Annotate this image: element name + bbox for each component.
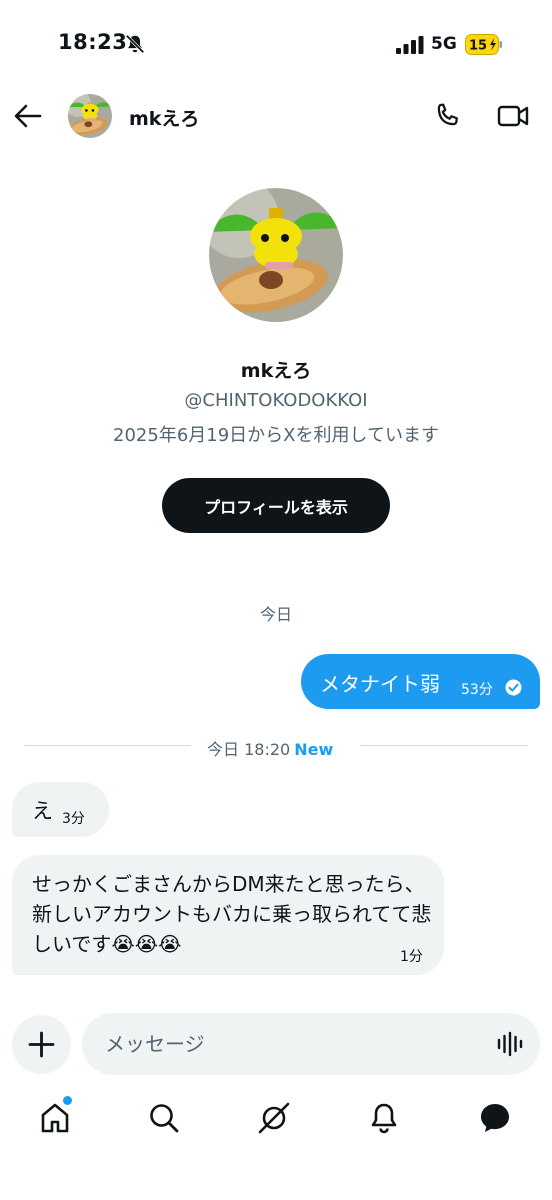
phone-icon[interactable] bbox=[432, 101, 462, 131]
new-divider-line bbox=[360, 745, 528, 746]
profile-handle: @CHINTOKODOKKOI bbox=[184, 390, 368, 411]
signal-icon bbox=[396, 36, 424, 54]
header-username[interactable]: mkえろ bbox=[129, 104, 199, 131]
bell-muted-icon bbox=[125, 34, 145, 54]
status-time: 18:23 bbox=[58, 30, 128, 54]
status-bar: 18:23 5G 15 bbox=[0, 0, 552, 90]
message-time: 53分 bbox=[461, 682, 493, 698]
incoming-message[interactable]: え 3分 bbox=[12, 782, 109, 837]
search-icon[interactable] bbox=[146, 1100, 182, 1136]
outgoing-message[interactable]: メタナイト弱 53分 bbox=[301, 654, 540, 709]
date-separator: 今日 bbox=[259, 605, 292, 624]
plus-icon bbox=[28, 1031, 55, 1058]
battery-icon: 15 bbox=[465, 34, 502, 55]
profile-avatar[interactable] bbox=[209, 188, 343, 322]
message-time: 1分 bbox=[400, 949, 423, 965]
conversation-header: mkえろ bbox=[0, 90, 552, 144]
avatar-image bbox=[209, 188, 343, 322]
battery-level: 15 bbox=[469, 39, 487, 54]
video-call-icon[interactable] bbox=[497, 102, 529, 130]
message-input[interactable] bbox=[82, 1013, 540, 1075]
voice-message-icon[interactable] bbox=[496, 1031, 524, 1057]
message-time: 3分 bbox=[62, 811, 85, 827]
grok-icon[interactable] bbox=[256, 1100, 292, 1136]
message-text: せっかくごまさんからDM来たと思ったら、新しいアカウントもバカに乗っ取られてて悲… bbox=[32, 872, 432, 956]
add-media-button[interactable] bbox=[12, 1015, 71, 1074]
message-text: メタナイト弱 bbox=[320, 672, 440, 696]
new-messages-divider: 今日 18:20 New bbox=[207, 736, 333, 760]
view-profile-button[interactable]: プロフィールを表示 bbox=[162, 478, 390, 533]
header-avatar[interactable] bbox=[68, 94, 112, 138]
message-text: え bbox=[32, 799, 53, 823]
read-receipt-icon bbox=[505, 679, 522, 696]
home-notification-dot bbox=[63, 1096, 72, 1105]
avatar-image bbox=[68, 94, 112, 138]
messages-icon[interactable] bbox=[477, 1100, 513, 1136]
new-divider-line bbox=[24, 745, 191, 746]
profile-name: mkえろ bbox=[240, 360, 312, 382]
back-arrow-icon[interactable] bbox=[12, 102, 44, 130]
notifications-icon[interactable] bbox=[366, 1100, 402, 1136]
profile-joined-date: 2025年6月19日からXを利用しています bbox=[113, 425, 439, 446]
divider-time: 今日 18:20 bbox=[207, 740, 291, 759]
network-type: 5G bbox=[431, 34, 457, 54]
incoming-message[interactable]: せっかくごまさんからDM来たと思ったら、新しいアカウントもバカに乗っ取られてて悲… bbox=[12, 855, 444, 975]
home-icon[interactable] bbox=[37, 1100, 73, 1136]
new-label: New bbox=[294, 740, 334, 759]
